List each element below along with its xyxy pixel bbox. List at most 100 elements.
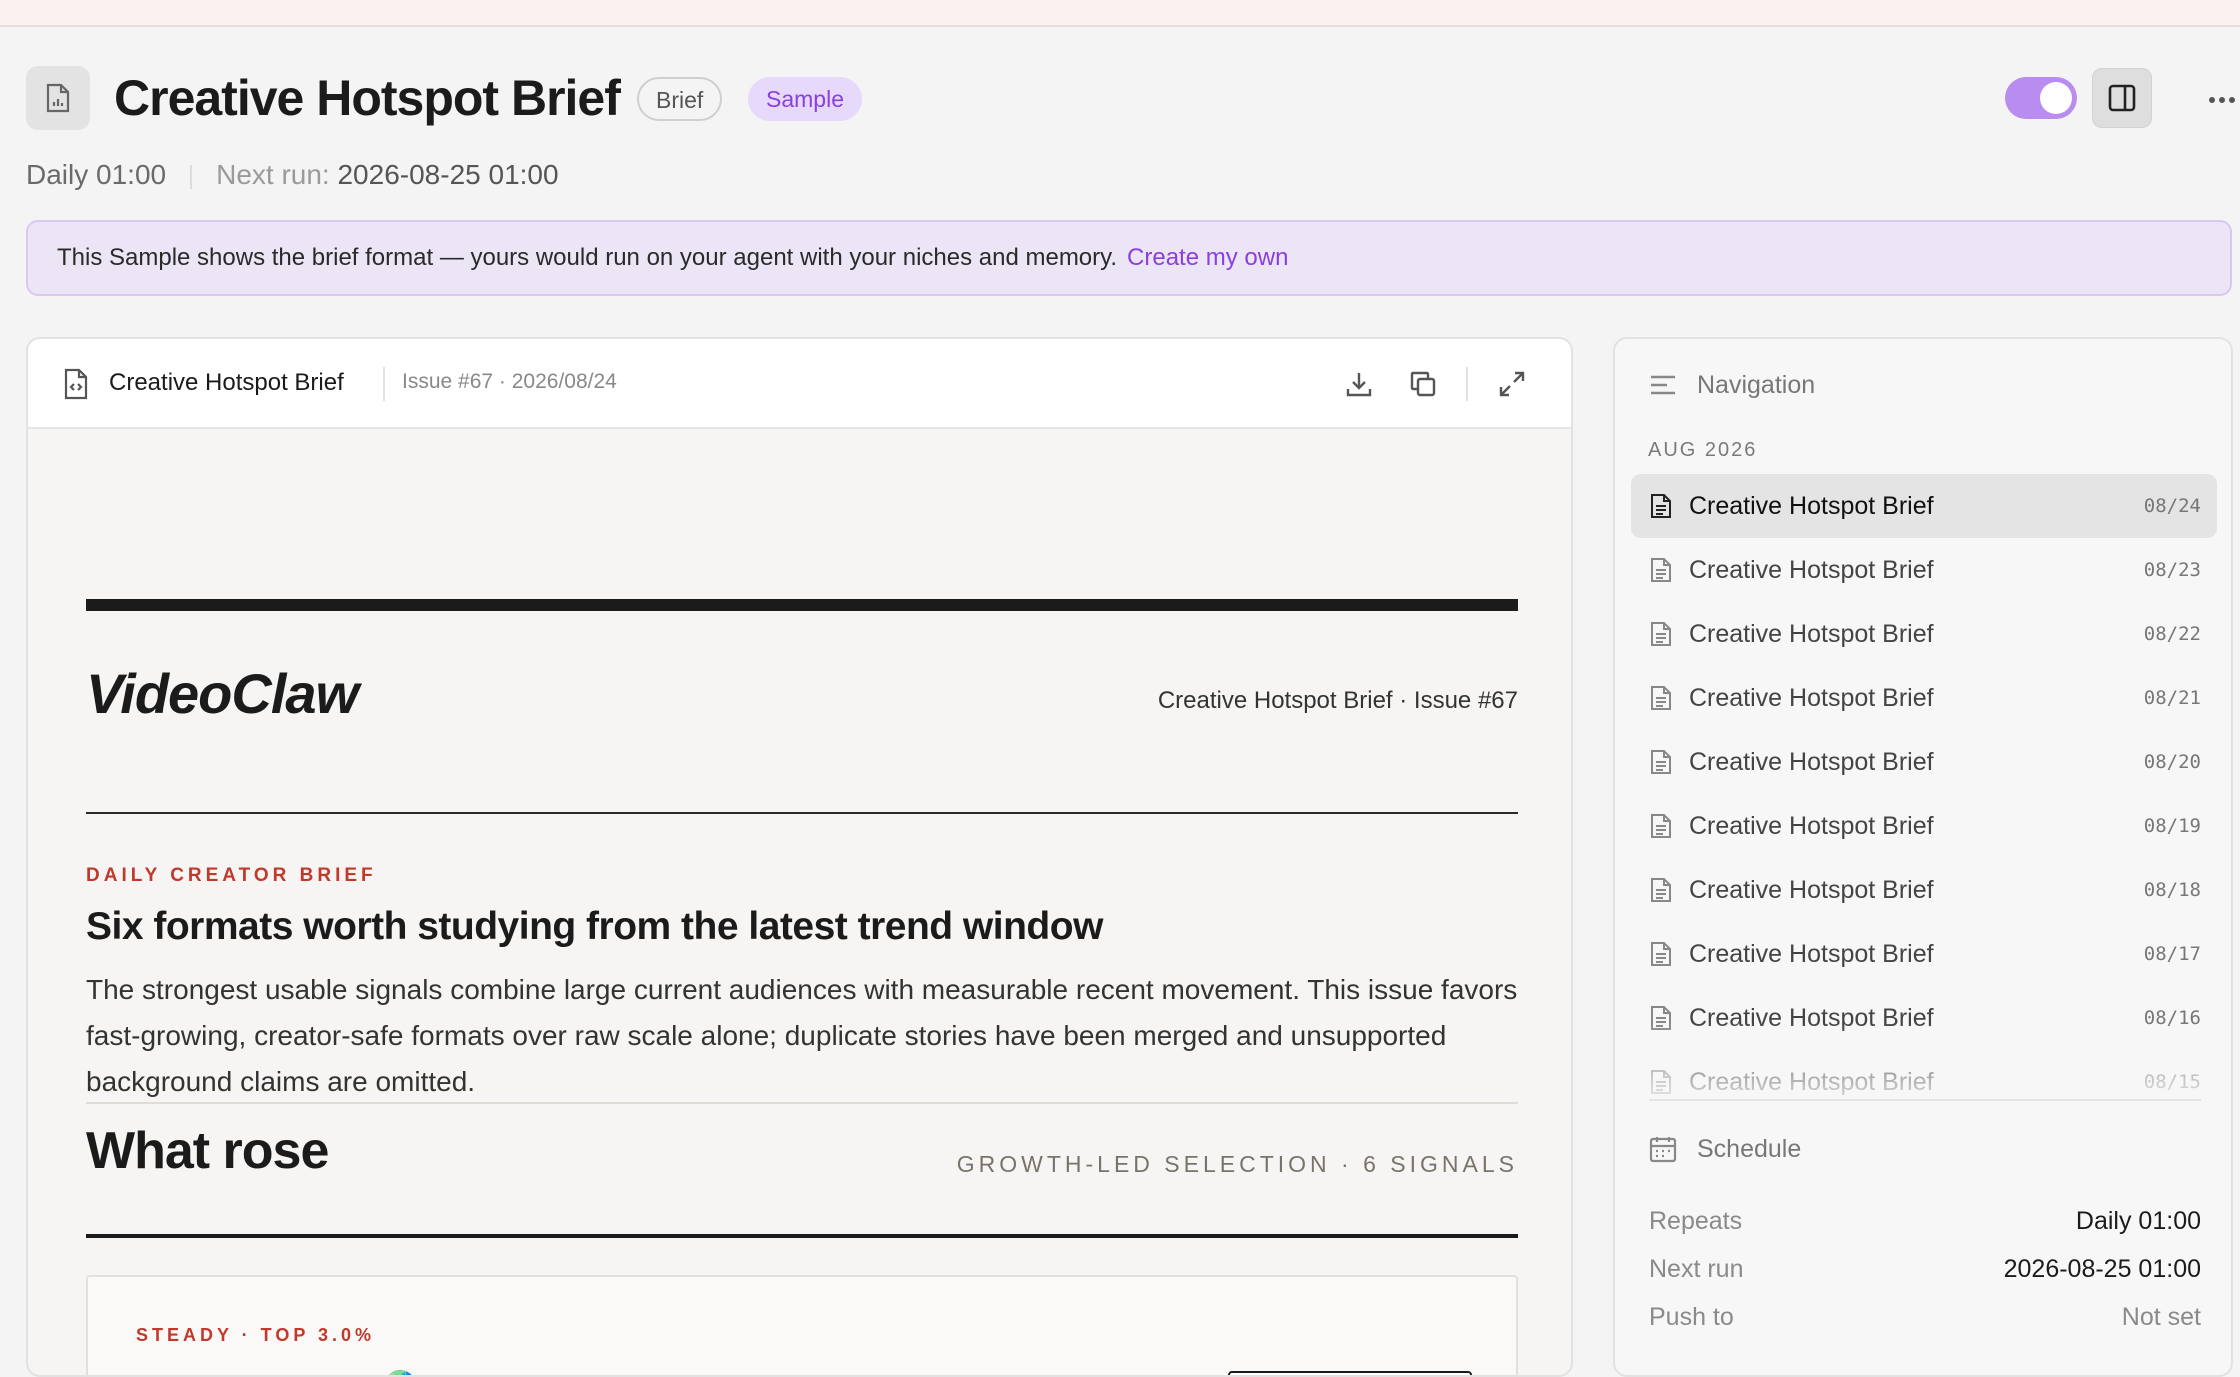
nav-item[interactable]: Creative Hotspot Brief 08/19	[1631, 794, 2217, 858]
expand-button[interactable]	[1493, 365, 1531, 403]
nav-item[interactable]: Creative Hotspot Brief 08/21	[1631, 666, 2217, 730]
sidebar-divider	[1649, 1099, 2201, 1101]
signal-title: Somewhere in the 🌏, this is someone stor…	[136, 1369, 880, 1375]
enable-toggle[interactable]	[2005, 77, 2077, 119]
sample-banner: This Sample shows the brief format — you…	[26, 220, 2232, 296]
document-icon	[1647, 556, 1675, 584]
code-file-icon	[62, 368, 90, 405]
schedule-title: Schedule	[1697, 1134, 1802, 1163]
meta-divider	[190, 164, 193, 189]
copy-icon	[1410, 371, 1436, 397]
nav-item-date: 08/17	[2143, 943, 2201, 965]
top-strip	[0, 0, 2240, 27]
brief-headline: Six formats worth studying from the late…	[86, 905, 1103, 948]
document-icon	[1647, 1068, 1675, 1096]
nav-item-date: 08/21	[2143, 687, 2201, 709]
nav-item[interactable]: Creative Hotspot Brief 08/22	[1631, 602, 2217, 666]
nav-item[interactable]: Creative Hotspot Brief 08/24	[1631, 474, 2217, 538]
repeats-label: Repeats	[1649, 1207, 1743, 1235]
nav-item[interactable]: Creative Hotspot Brief 08/20	[1631, 730, 2217, 794]
nav-item-date: 08/24	[2143, 495, 2201, 517]
nav-item-date: 08/22	[2143, 623, 2201, 645]
nav-item-date: 08/16	[2143, 1007, 2201, 1029]
document-icon	[1647, 748, 1675, 776]
nav-item[interactable]: Creative Hotspot Brief 08/23	[1631, 538, 2217, 602]
nav-item[interactable]: Creative Hotspot Brief 08/16	[1631, 986, 2217, 1050]
download-button[interactable]	[1340, 365, 1378, 403]
sample-badge: Sample	[748, 77, 862, 121]
create-my-own-link[interactable]: Create my own	[1127, 244, 1288, 271]
sidebar-panel-icon	[2108, 84, 2136, 112]
nav-item-label: Creative Hotspot Brief	[1689, 619, 1934, 648]
next-run-row: Next run 2026-08-25 01:00	[1649, 1249, 2201, 1289]
section-meta: GROWTH-LED SELECTION · 6 SIGNALS	[956, 1151, 1518, 1177]
nav-item[interactable]: Creative Hotspot Brief 08/15	[1631, 1050, 2217, 1102]
schedule-text: Daily 01:00	[26, 159, 167, 190]
page-title: Creative Hotspot Brief	[114, 70, 621, 126]
nav-item-label: Creative Hotspot Brief	[1689, 1067, 1934, 1096]
document-name: Creative Hotspot Brief	[109, 369, 344, 396]
nav-item[interactable]: Creative Hotspot Brief 08/17	[1631, 922, 2217, 986]
navigation-title: Navigation	[1697, 370, 1816, 399]
brief-document: Creative Hotspot Brief Issue #67 · 2026/…	[26, 337, 1573, 1377]
more-dots-icon	[2209, 97, 2235, 103]
nav-item-date: 08/18	[2143, 879, 2201, 901]
download-icon	[1346, 373, 1372, 397]
toolbar-divider	[1466, 367, 1468, 401]
report-icon	[26, 66, 90, 130]
next-run-value: 2026-08-25 01:00	[337, 159, 559, 190]
page-header: Creative Hotspot Brief Brief Sample	[26, 66, 2235, 130]
brief-kicker: DAILY CREATOR BRIEF	[86, 865, 377, 886]
more-options-button[interactable]	[2202, 80, 2240, 120]
issue-label: Issue #67 · 2026/08/24	[402, 370, 617, 393]
nav-item-label: Creative Hotspot Brief	[1689, 811, 1934, 840]
nav-item-label: Creative Hotspot Brief	[1689, 875, 1934, 904]
banner-text: This Sample shows the brief format — you…	[57, 244, 1118, 271]
nav-item-date: 08/15	[2143, 1071, 2201, 1093]
nav-item-label: Creative Hotspot Brief	[1689, 491, 1934, 520]
right-sidebar: Navigation AUG 2026 Creative Hotspot Bri…	[1613, 337, 2233, 1377]
copy-button[interactable]	[1404, 365, 1442, 403]
next-run-row-value: 2026-08-25 01:00	[2003, 1255, 2201, 1283]
next-run-label: Next run:	[216, 159, 330, 190]
nav-item-label: Creative Hotspot Brief	[1689, 555, 1934, 584]
signal-action-button[interactable]	[1228, 1371, 1472, 1375]
nav-item-label: Creative Hotspot Brief	[1689, 1003, 1934, 1032]
repeats-value: Daily 01:00	[2075, 1207, 2201, 1235]
nav-item-date: 08/19	[2143, 815, 2201, 837]
nav-item-label: Creative Hotspot Brief	[1689, 683, 1934, 712]
document-icon	[1647, 940, 1675, 968]
nav-item-date: 08/23	[2143, 559, 2201, 581]
masthead-rule	[86, 599, 1518, 611]
toolbar-divider	[383, 367, 385, 401]
repeats-row: Repeats Daily 01:00	[1649, 1201, 2201, 1241]
month-label: AUG 2026	[1648, 439, 1758, 461]
next-run-row-label: Next run	[1649, 1255, 1744, 1283]
signal-kicker: STEADY · TOP 3.0%	[136, 1325, 376, 1345]
brand-meta: Creative Hotspot Brief · Issue #67	[1157, 687, 1518, 714]
brief-badge: Brief	[637, 77, 723, 121]
nav-item-date: 08/20	[2143, 751, 2201, 773]
toggle-sidebar-button[interactable]	[2092, 68, 2152, 128]
list-icon	[1651, 375, 1675, 395]
document-icon	[1647, 876, 1675, 904]
nav-item[interactable]: Creative Hotspot Brief 08/18	[1631, 858, 2217, 922]
push-to-value: Not set	[2121, 1303, 2201, 1331]
section-rule	[86, 1234, 1518, 1238]
document-icon	[1647, 812, 1675, 840]
toggle-knob	[2040, 82, 2072, 114]
issue-list: Creative Hotspot Brief 08/24 Creative Hots…	[1631, 474, 2217, 1102]
signal-card: STEADY · TOP 3.0% Somewhere in the 🌏, th…	[86, 1275, 1518, 1375]
schedule-header: Schedule	[1649, 1129, 1801, 1169]
document-icon	[1647, 1004, 1675, 1032]
brand-name: VideoClaw	[86, 662, 359, 725]
document-toolbar: Creative Hotspot Brief Issue #67 · 2026/…	[28, 339, 1571, 429]
expand-icon	[1499, 371, 1525, 397]
calendar-icon	[1649, 1137, 1677, 1163]
nav-item-label: Creative Hotspot Brief	[1689, 939, 1934, 968]
document-icon	[1647, 620, 1675, 648]
nav-item-label: Creative Hotspot Brief	[1689, 747, 1934, 776]
navigation-header: Navigation	[1649, 365, 1815, 405]
masthead-bottom-rule	[86, 812, 1518, 814]
schedule-meta: Daily 01:00 Next run: 2026-08-25 01:00	[26, 157, 559, 193]
